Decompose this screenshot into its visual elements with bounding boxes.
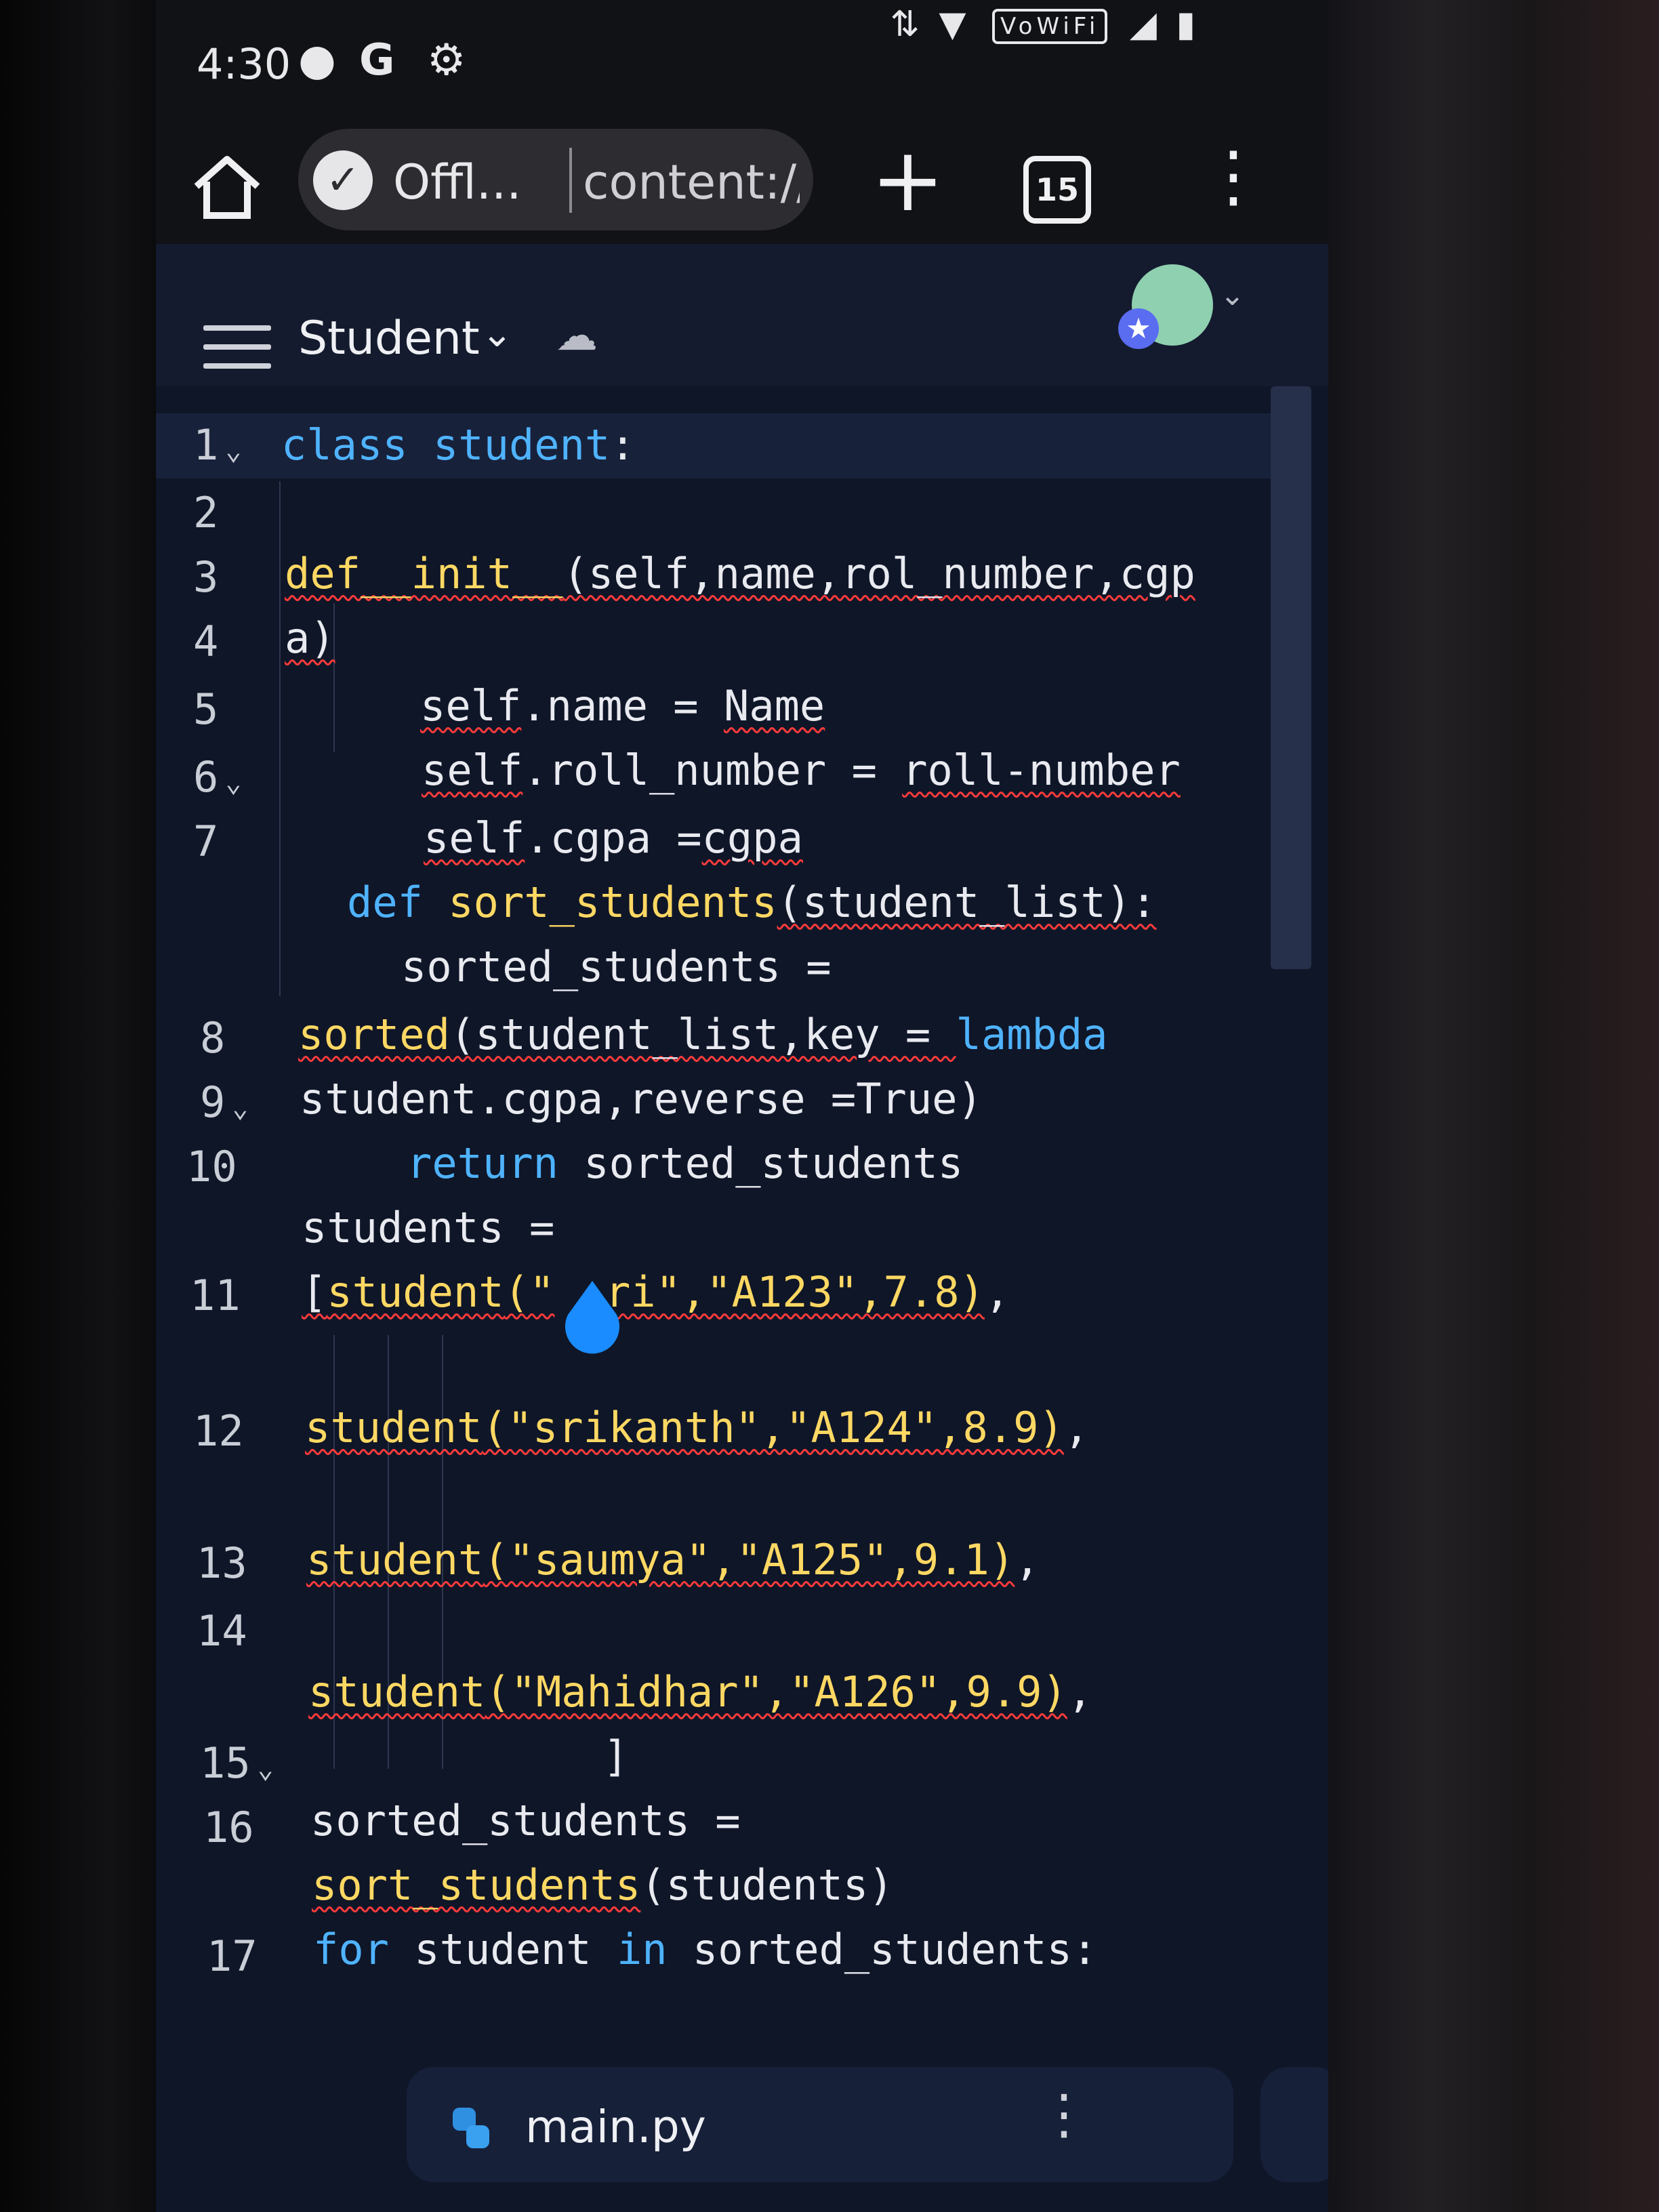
code-line-10-wrap: students = — [302, 1203, 555, 1252]
line-number: 7 — [193, 817, 219, 866]
code-line-11: [student(" ri","A123",7.8), — [302, 1267, 1010, 1317]
code-line-17: for student in sorted_students: — [313, 1925, 1098, 1974]
battery-icon: ▮ — [1176, 4, 1200, 45]
code-line-7: self.cgpa =cgpa — [424, 813, 803, 863]
code-line-14: student("Mahidhar","A126",9.9), — [308, 1667, 1093, 1717]
fold-chevron-icon[interactable]: ⌄ — [225, 435, 241, 466]
phone-screen: 4:30 ● G ⚙ ⇅ ▼ VoWiFi ◢ ▮ ✓ Offl... cont… — [156, 0, 1328, 2212]
chat-bubble-icon: ● — [298, 35, 336, 85]
code-line-10: return sorted_students — [407, 1139, 964, 1188]
code-line-6: self.roll_number = roll-number — [422, 745, 1181, 795]
line-number: 5 — [193, 684, 219, 734]
line-number: 17 — [207, 1931, 258, 1981]
line-number: 14 — [197, 1606, 247, 1656]
browser-menu-icon[interactable]: ⋮ — [1200, 142, 1267, 210]
line-number: 10 — [186, 1142, 237, 1191]
avatar-chevron-down-icon[interactable]: ⌄ — [1220, 278, 1245, 312]
line-number: 6 ⌄ — [193, 752, 242, 802]
saved-status-icon: ☁ — [556, 310, 598, 360]
code-line-15: ] — [603, 1732, 629, 1781]
hamburger-menu-icon[interactable] — [203, 325, 271, 382]
code-line-8: sorted(student_list,key = lambda — [298, 1010, 1108, 1059]
new-tab-icon[interactable]: + — [871, 136, 945, 224]
status-right-icons: ⇅ ▼ VoWiFi ◢ ▮ — [890, 4, 1200, 45]
code-line-5: self.name = Name — [420, 681, 825, 731]
file-name[interactable]: main.py — [525, 2101, 706, 2153]
file-menu-icon[interactable]: ⋮ — [1037, 2087, 1091, 2142]
wifi-icon: ▼ — [939, 4, 970, 45]
line-number: 2 — [193, 488, 219, 537]
project-title[interactable]: Student — [298, 312, 480, 365]
line-number: 8 — [200, 1013, 226, 1063]
phone-bezel-right — [1328, 0, 1659, 2212]
line-number: 15 ⌄ — [200, 1738, 274, 1788]
file-tab-bar: main.py ⋮ — [156, 2067, 1328, 2212]
url-divider — [569, 148, 572, 213]
signal-icon: ◢ — [1129, 4, 1161, 45]
code-line-16-wrap: sort_students(students) — [312, 1860, 894, 1910]
indent-guide — [279, 481, 281, 996]
data-arrows-icon: ⇅ — [890, 4, 924, 45]
code-line-7-wrap: def sort_students(student_list): — [347, 878, 1157, 927]
code-line-4: a) — [285, 613, 335, 663]
home-icon[interactable] — [190, 149, 264, 224]
code-line-1: class student: — [281, 420, 636, 470]
line-number: 1 ⌄ — [193, 420, 242, 470]
code-line-16: sorted_students = — [310, 1796, 741, 1845]
line-number: 3 — [193, 552, 219, 602]
code-editor[interactable]: 1 ⌄ 2 3 4 5 6 ⌄ 7 8 9 ⌄ 10 11 12 13 14 15 ⌄ … — [156, 386, 1328, 2067]
status-time: 4:30 — [197, 39, 291, 89]
url-text: content:// — [583, 155, 800, 210]
vowifi-badge: VoWiFi — [992, 9, 1108, 44]
code-line-7-wrap2: sorted_students = — [401, 942, 832, 991]
offline-check-icon: ✓ — [313, 150, 373, 210]
line-number: 16 — [203, 1803, 254, 1852]
python-icon — [453, 2108, 489, 2148]
code-line-13: student("saumya","A125",9.1), — [306, 1535, 1040, 1584]
browser-toolbar: ✓ Offl... content:// + 15 ⋮ — [156, 108, 1328, 244]
url-bar[interactable]: ✓ Offl... content:// — [298, 129, 813, 230]
fold-chevron-icon[interactable]: ⌄ — [232, 1092, 248, 1124]
star-badge-icon: ★ — [1118, 308, 1159, 349]
chevron-down-icon[interactable]: ⌄ — [481, 312, 513, 356]
line-number: 4 — [193, 617, 219, 666]
offline-label: Offl... — [393, 155, 522, 210]
next-tab[interactable] — [1261, 2067, 1328, 2182]
code-line-9: student.cgpa,reverse =True) — [300, 1074, 983, 1124]
line-number: 12 — [193, 1406, 244, 1456]
app-header: Student ⌄ ☁ ★ ⌄ — [156, 244, 1328, 386]
line-number: 9 ⌄ — [200, 1078, 249, 1127]
status-bar: 4:30 ● G ⚙ ⇅ ▼ VoWiFi ◢ ▮ — [156, 0, 1328, 108]
text-cursor-handle[interactable] — [562, 1281, 622, 1355]
fold-chevron-icon[interactable]: ⌄ — [258, 1753, 274, 1784]
tab-switcher-button[interactable]: 15 — [1023, 156, 1091, 224]
line-number: 13 — [197, 1538, 247, 1588]
code-line-3: def__init__(self,name,rol_number,cgp — [285, 549, 1195, 598]
line-number: 11 — [190, 1271, 241, 1320]
phone-bezel-left — [0, 0, 156, 2212]
fold-chevron-icon[interactable]: ⌄ — [225, 767, 241, 798]
editor-scrollbar[interactable] — [1271, 386, 1311, 969]
gear-icon: ⚙ — [427, 35, 466, 85]
google-icon: G — [359, 35, 395, 85]
code-line-12: student("srikanth","A124",8.9), — [305, 1403, 1090, 1452]
